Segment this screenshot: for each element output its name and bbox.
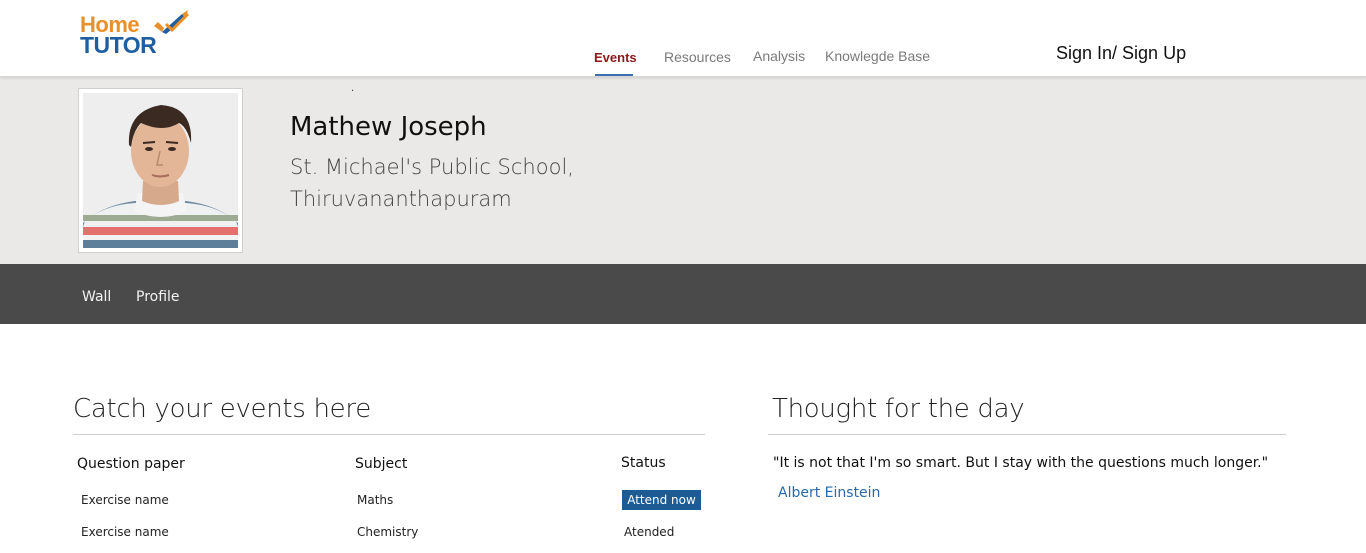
quote-author-link[interactable]: Albert Einstein: [778, 485, 880, 501]
exercise-name-cell[interactable]: Exercise name: [81, 525, 169, 539]
school-city: Thiruvananthapuram: [290, 187, 512, 211]
events-divider: [73, 434, 705, 435]
exercise-name-cell[interactable]: Exercise name: [81, 493, 169, 507]
events-section-title: Catch your events here: [73, 394, 371, 424]
home-tutor-logo[interactable]: Home TUTOR: [80, 10, 192, 58]
signin-signup-link[interactable]: Sign In/ Sign Up: [1056, 43, 1186, 64]
thought-divider: [768, 434, 1286, 435]
subject-cell: Maths: [357, 493, 394, 507]
active-tab-underline: [595, 74, 633, 76]
thought-section-title: Thought for the day: [772, 394, 1025, 424]
attend-now-button[interactable]: Attend now: [622, 490, 701, 510]
nav-resources[interactable]: Resources: [664, 49, 731, 65]
logo-tutor-text: TUTOR: [80, 32, 157, 58]
quote-text: "It is not that I'm so smart. But I stay…: [773, 455, 1269, 471]
column-header-question-paper: Question paper: [77, 456, 185, 472]
subnav-wall[interactable]: Wall: [82, 289, 111, 305]
profile-name: Mathew Joseph: [290, 112, 487, 142]
column-header-subject: Subject: [355, 456, 408, 472]
top-header: Home TUTOR Events Resources Analysis Kno…: [0, 0, 1366, 77]
subject-cell: Chemistry: [357, 525, 419, 539]
nav-knowledge-base[interactable]: Knowlegde Base: [825, 48, 930, 64]
nav-analysis[interactable]: Analysis: [753, 48, 805, 64]
profile-school: St. Michael's Public School, Thiruvanant…: [290, 151, 574, 215]
pencil-check-icon: [154, 10, 190, 34]
nav-events[interactable]: Events: [594, 50, 637, 65]
profile-photo[interactable]: [78, 88, 243, 253]
status-attended-text: Atended: [624, 525, 675, 539]
school-name: St. Michael's Public School,: [290, 155, 574, 179]
stray-dot: .: [351, 83, 355, 94]
profile-subnav: Wall Profile: [0, 264, 1366, 324]
avatar: [83, 93, 238, 248]
column-header-status: Status: [621, 455, 666, 471]
subnav-profile[interactable]: Profile: [136, 289, 180, 305]
